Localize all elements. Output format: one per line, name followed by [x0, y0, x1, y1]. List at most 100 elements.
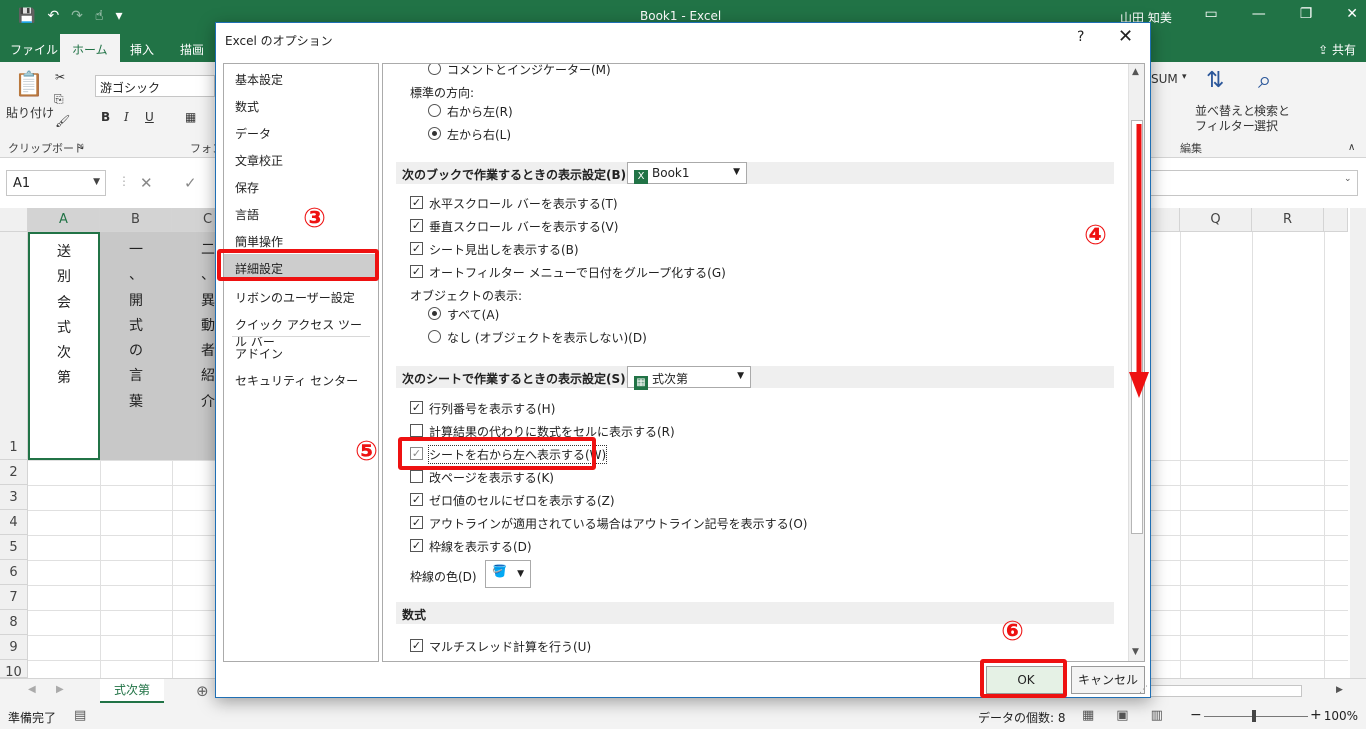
comment-indicator-radio[interactable]	[428, 64, 441, 75]
zoom-level[interactable]: 100%	[1324, 709, 1358, 723]
zoom-slider[interactable]	[1204, 710, 1308, 722]
zero-values-checkbox[interactable]: ✓	[410, 493, 423, 506]
nav-customize-ribbon[interactable]: リボンのユーザー設定	[224, 283, 378, 309]
resize-grip-icon[interactable]: ⋰	[1139, 685, 1148, 695]
horizontal-scrollbar[interactable]	[1150, 685, 1302, 697]
row-header-10[interactable]: 10	[0, 660, 28, 680]
ltr-radio[interactable]	[428, 127, 441, 140]
row-header-5[interactable]: 5	[0, 535, 28, 560]
enter-formula-icon[interactable]: ✓	[184, 174, 197, 192]
tab-file[interactable]: ファイル	[10, 41, 58, 58]
column-header-q[interactable]: Q	[1180, 208, 1252, 232]
share-button[interactable]: ⇪ 共有	[1318, 41, 1356, 58]
row-header-4[interactable]: 4	[0, 510, 28, 535]
hscroll-checkbox[interactable]: ✓	[410, 196, 423, 209]
cancel-formula-icon[interactable]: ✕	[140, 174, 153, 192]
sheet-tab[interactable]: 式次第	[100, 679, 164, 703]
scroll-right-icon[interactable]: ▶	[56, 684, 64, 695]
row-header-1[interactable]: 1	[0, 232, 28, 460]
scroll-right-icon[interactable]: ▶	[1336, 685, 1343, 695]
cancel-button[interactable]: キャンセル	[1071, 666, 1145, 694]
sort-filter-button[interactable]: 並べ替えと フィルター	[1195, 104, 1255, 134]
nav-general[interactable]: 基本設定	[224, 65, 378, 91]
book-select[interactable]: X Book1 ▼	[627, 162, 747, 184]
tab-insert[interactable]: 挿入	[130, 41, 154, 58]
scroll-down-icon[interactable]: ▼	[1132, 647, 1139, 657]
paste-button[interactable]: 貼り付け	[6, 104, 54, 121]
italic-button[interactable]: I	[124, 110, 129, 124]
row-header-7[interactable]: 7	[0, 585, 28, 610]
underline-button[interactable]: U	[145, 110, 154, 124]
outline-checkbox[interactable]: ✓	[410, 516, 423, 529]
objects-all-radio[interactable]	[428, 307, 441, 320]
nav-proofing[interactable]: 文章校正	[224, 146, 378, 172]
multithread-checkbox[interactable]: ✓	[410, 639, 423, 652]
nav-formulas[interactable]: 数式	[224, 92, 378, 118]
zoom-in-icon[interactable]: +	[1310, 707, 1322, 723]
bold-button[interactable]: B	[101, 110, 110, 124]
select-all-corner[interactable]	[0, 208, 28, 232]
nav-save[interactable]: 保存	[224, 173, 378, 199]
border-icon[interactable]: ▦	[185, 110, 196, 124]
grid-color-picker[interactable]: 🪣 ▼	[485, 560, 531, 588]
autofilter-checkbox[interactable]: ✓	[410, 265, 423, 278]
column-header-r[interactable]: R	[1252, 208, 1324, 232]
help-icon[interactable]: ?	[1077, 29, 1084, 45]
sheet-select[interactable]: ▦ 式次第 ▼	[627, 366, 751, 390]
column-header-a[interactable]: A	[28, 208, 100, 232]
formula-input[interactable]	[1150, 170, 1358, 196]
font-name-box[interactable]: 游ゴシック	[95, 75, 215, 97]
objects-none-radio[interactable]	[428, 330, 441, 343]
sort-filter-icon[interactable]: ⇅	[1206, 68, 1224, 93]
zoom-slider-thumb[interactable]	[1252, 710, 1256, 722]
cut-icon[interactable]: ✂	[55, 70, 65, 84]
autosum-button[interactable]: SUM	[1151, 72, 1178, 86]
touch-mode-icon[interactable]: ☝	[95, 8, 104, 24]
paste-icon[interactable]: 📋	[14, 70, 44, 98]
page-break-view-icon[interactable]: ▥	[1151, 708, 1163, 723]
sheet-vertical-scrollbar[interactable]	[1350, 208, 1366, 678]
normal-view-icon[interactable]: ▦	[1082, 708, 1094, 723]
nav-data[interactable]: データ	[224, 119, 378, 145]
vscroll-checkbox[interactable]: ✓	[410, 219, 423, 232]
nav-quick-access[interactable]: クイック アクセス ツール バー	[224, 310, 378, 349]
zoom-out-icon[interactable]: −	[1190, 707, 1202, 723]
page-breaks-checkbox[interactable]	[410, 470, 423, 483]
cell-a1[interactable]: 送 別 会 式 次 第	[28, 232, 100, 460]
page-layout-icon[interactable]: ▣	[1116, 708, 1128, 723]
show-formulas-checkbox[interactable]	[410, 424, 423, 437]
column-header-p[interactable]	[1150, 208, 1180, 232]
find-select-button[interactable]: 検索と 選択	[1254, 104, 1290, 134]
row-header-6[interactable]: 6	[0, 560, 28, 585]
row-header-9[interactable]: 9	[0, 635, 28, 660]
format-painter-icon[interactable]: 🖌	[55, 114, 70, 128]
column-header-s[interactable]	[1324, 208, 1348, 232]
nav-language[interactable]: 言語	[224, 200, 378, 226]
dialog-launcher-icon[interactable]: ↘	[77, 142, 85, 152]
headers-checkbox[interactable]: ✓	[410, 401, 423, 414]
window-close-icon[interactable]: ✕	[1346, 6, 1358, 22]
rtl-radio[interactable]	[428, 104, 441, 117]
sheet-tabs-checkbox[interactable]: ✓	[410, 242, 423, 255]
customize-qat-icon[interactable]: ▾	[115, 8, 122, 24]
copy-icon[interactable]: ⎘	[54, 92, 64, 107]
row-header-2[interactable]: 2	[0, 460, 28, 485]
collapse-ribbon-icon[interactable]: ∧	[1348, 142, 1355, 153]
search-icon[interactable]: ⌕	[1258, 66, 1271, 94]
column-header-b[interactable]: B	[100, 208, 172, 232]
ribbon-display-icon[interactable]: ▭	[1204, 6, 1217, 22]
chevron-down-icon[interactable]: ▾	[1182, 72, 1187, 82]
gridlines-checkbox[interactable]: ✓	[410, 539, 423, 552]
macro-record-icon[interactable]: ▤	[74, 708, 86, 723]
nav-addins[interactable]: アドイン	[224, 339, 378, 365]
chevron-down-icon[interactable]: ▼	[93, 177, 100, 187]
tab-draw[interactable]: 描画	[180, 41, 204, 58]
scroll-left-icon[interactable]: ◀	[28, 684, 36, 695]
nav-trust-center[interactable]: セキュリティ センター	[224, 366, 378, 392]
tab-home[interactable]: ホーム	[60, 34, 120, 62]
save-icon[interactable]: 💾	[18, 8, 35, 24]
undo-icon[interactable]: ↶	[47, 8, 59, 24]
name-box[interactable]: A1 ▼	[6, 170, 106, 196]
restore-icon[interactable]: ❐	[1300, 6, 1313, 22]
redo-icon[interactable]: ↷	[71, 8, 83, 24]
